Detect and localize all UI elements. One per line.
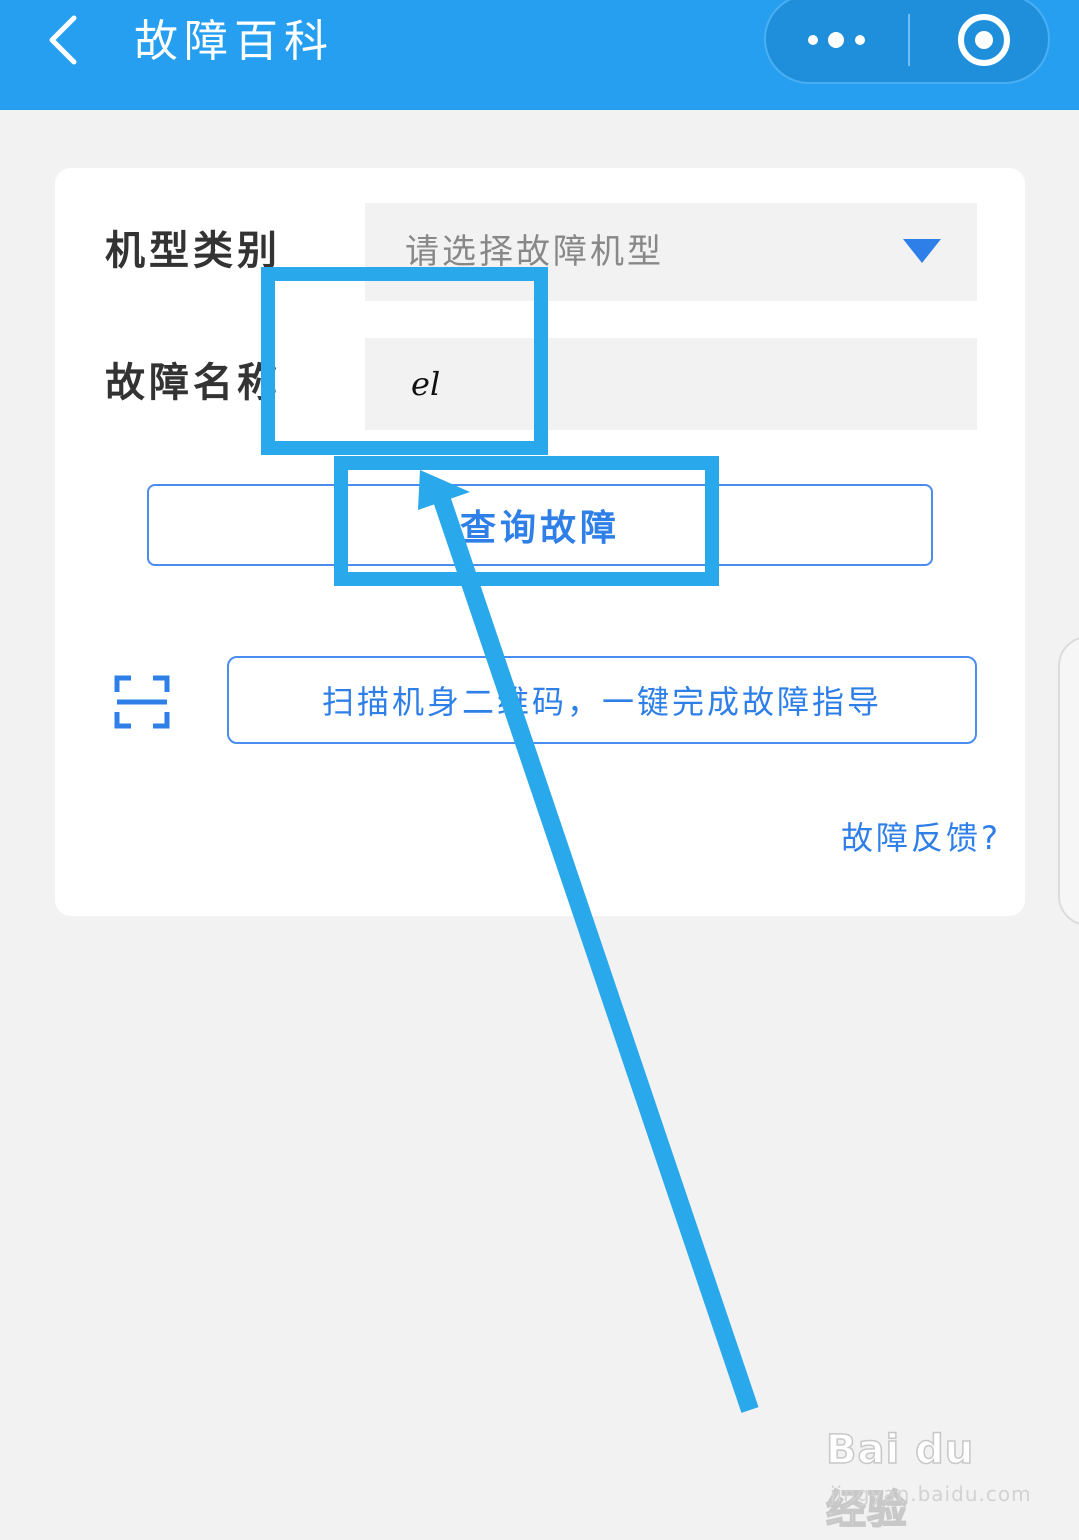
watermark-logo: Bai du 经验 (825, 1426, 975, 1534)
more-dots-icon (808, 32, 865, 48)
back-button[interactable] (36, 8, 96, 72)
page-title: 故障百科 (134, 16, 334, 67)
fault-feedback-link[interactable]: 故障反馈? (841, 816, 1001, 860)
chevron-left-icon (49, 15, 77, 65)
annotation-box-input (261, 267, 548, 455)
nav-header: 故障百科 (0, 0, 1079, 110)
close-miniprogram-button[interactable] (910, 0, 1050, 86)
scan-frame-icon[interactable] (113, 674, 171, 730)
watermark-url: jingyan.baidu.com (830, 1482, 1032, 1506)
fault-name-label: 故障名称 (105, 360, 281, 406)
triangle-down-icon (903, 239, 941, 263)
scan-qrcode-button[interactable]: 扫描机身二维码，一键完成故障指导 (227, 656, 977, 744)
mini-program-capsule (764, 0, 1050, 84)
annotation-box-button (334, 456, 719, 586)
side-floating-tab[interactable] (1058, 636, 1079, 926)
baidu-watermark: Bai du 经验 jingyan.baidu.com (825, 1420, 1030, 1534)
more-button[interactable] (766, 0, 908, 86)
model-type-label: 机型类别 (105, 228, 281, 274)
target-circle-icon (958, 14, 1010, 66)
